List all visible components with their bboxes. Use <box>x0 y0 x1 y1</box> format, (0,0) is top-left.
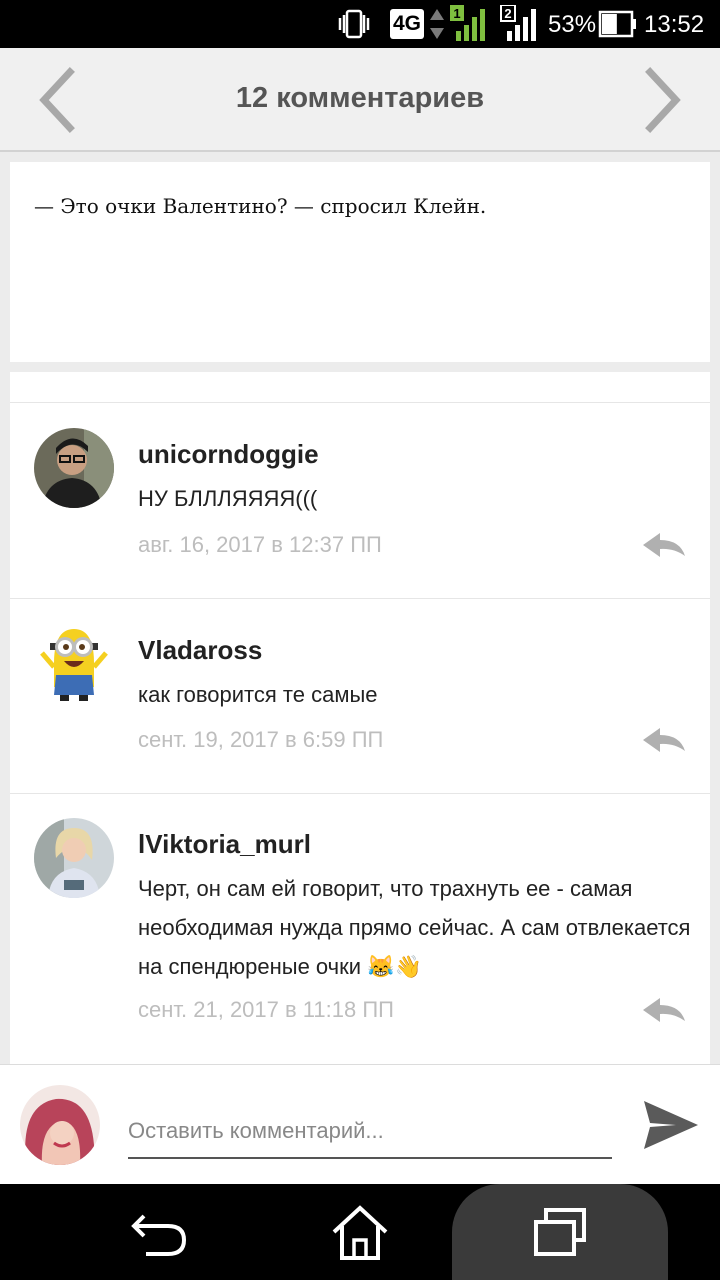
data-activity-icon <box>430 9 444 39</box>
my-avatar <box>20 1085 100 1165</box>
quoted-paragraph: — Это очки Валентино? — спросил Клейн. <box>34 194 487 218</box>
minion-avatar-icon <box>34 623 114 703</box>
user-photo-icon <box>20 1085 100 1165</box>
status-bar: 4G 1 2 53% 13:52 <box>0 0 720 48</box>
battery-percent: 53% <box>548 11 597 38</box>
avatar[interactable] <box>34 428 114 508</box>
reply-icon[interactable] <box>640 995 688 1025</box>
quoted-paragraph-card: — Это очки Валентино? — спросил Клейн. <box>10 162 710 362</box>
avatar[interactable] <box>34 623 114 703</box>
battery-icon <box>598 10 636 38</box>
user-photo-icon <box>34 428 114 508</box>
comment-username[interactable]: lViktoria_murl <box>138 828 311 860</box>
recent-apps-icon[interactable] <box>530 1206 590 1258</box>
comment-username[interactable]: Vladaross <box>138 634 262 666</box>
comment-item: Vladaross как говорится те самые сент. 1… <box>10 599 710 794</box>
chevron-right-icon[interactable] <box>630 66 690 134</box>
comment-date: авг. 16, 2017 в 12:37 ПП <box>138 532 382 557</box>
signal-sim1-icon: 1 <box>450 5 485 41</box>
send-icon[interactable] <box>640 1097 700 1153</box>
signal-sim2-icon: 2 <box>500 5 536 41</box>
avatar[interactable] <box>34 818 114 898</box>
reply-icon[interactable] <box>640 725 688 755</box>
comment-text: Черт, он сам ей говорит, что трахнуть ее… <box>138 876 691 979</box>
network-type-badge: 4G <box>390 9 424 39</box>
comments-header: 12 комментариев <box>0 48 720 152</box>
comment-date: сент. 19, 2017 в 6:59 ПП <box>138 727 384 752</box>
vibrate-icon <box>338 9 370 39</box>
comment-item: lViktoria_murl Черт, он сам ей говорит, … <box>10 794 710 1064</box>
back-icon[interactable] <box>130 1206 190 1258</box>
comment-username[interactable]: unicorndoggie <box>138 438 319 470</box>
comment-date: сент. 21, 2017 в 11:18 ПП <box>138 997 394 1022</box>
system-navigation-bar <box>0 1184 720 1280</box>
comment-input[interactable] <box>128 1105 612 1159</box>
clock: 13:52 <box>644 11 705 38</box>
home-icon[interactable] <box>330 1202 390 1262</box>
comment-text: НУ БЛЛЛЯЯЯЯ((( <box>138 486 318 511</box>
comment-item: unicorndoggie НУ БЛЛЛЯЯЯЯ((( авг. 16, 20… <box>10 403 710 599</box>
sim1-label: 1 <box>453 6 460 21</box>
comment-compose-bar <box>0 1064 720 1184</box>
chevron-left-icon[interactable] <box>30 66 90 134</box>
sim2-label: 2 <box>504 6 511 21</box>
user-photo-icon <box>34 818 114 898</box>
comments-list: unicorndoggie НУ БЛЛЛЯЯЯЯ((( авг. 16, 20… <box>10 372 710 1064</box>
reply-icon[interactable] <box>640 530 688 560</box>
page-title: 12 комментариев <box>235 82 485 114</box>
comment-text: как говорится те самые <box>138 682 378 707</box>
